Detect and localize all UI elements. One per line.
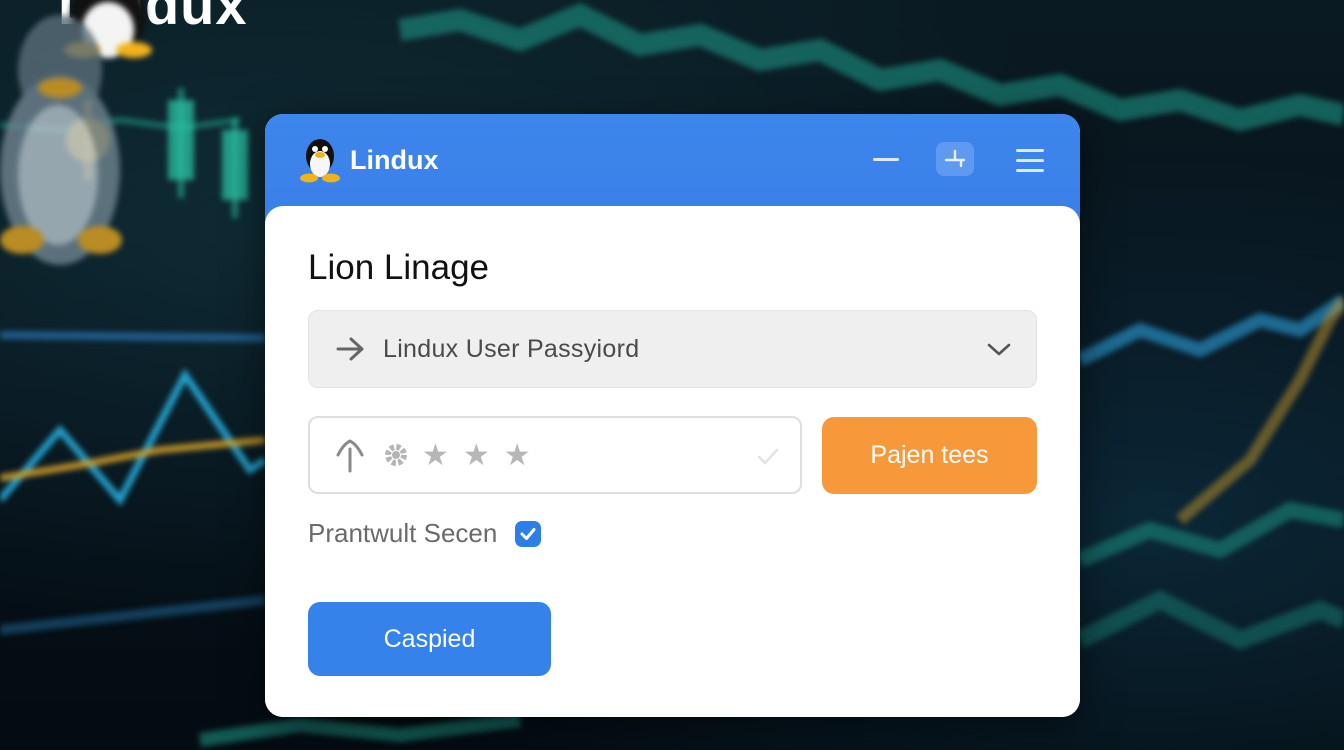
primary-action-button[interactable]: Pajen tees	[822, 417, 1037, 494]
arrow-up-icon	[332, 435, 368, 475]
app-brand: Lindux	[298, 136, 439, 184]
minimize-button[interactable]	[867, 144, 905, 174]
window-content: Lion Linage Lindux User Passyiord ★★★ Pa…	[265, 206, 1080, 717]
remember-option[interactable]: Prantwult Secen	[308, 518, 542, 549]
menu-button[interactable]	[1013, 144, 1047, 176]
remember-checkbox[interactable]	[515, 520, 542, 547]
checkmark-icon	[520, 527, 536, 540]
menu-icon-bar	[1016, 158, 1044, 162]
restore-button[interactable]	[936, 142, 974, 176]
app-title: Lindux	[350, 144, 439, 175]
chevron-down-icon[interactable]	[984, 335, 1014, 365]
account-select-value: Lindux User Passyiord	[383, 334, 640, 363]
account-select[interactable]: Lindux User Passyiord	[308, 310, 1037, 388]
restore-icon	[944, 149, 966, 168]
tux-logo-icon	[300, 139, 340, 183]
minimize-icon	[873, 157, 899, 161]
login-window: Lindux Lion Linage Lindux User Passyiord	[265, 114, 1080, 717]
submit-button[interactable]: Caspied	[308, 602, 551, 676]
password-masked-value: ★★★	[422, 438, 545, 472]
page-title: Lion Linage	[308, 248, 489, 287]
menu-icon-bar	[1016, 148, 1044, 152]
menu-icon-bar	[1016, 168, 1044, 172]
arrow-right-icon	[333, 331, 369, 367]
remember-label: Prantwult Secen	[308, 518, 498, 548]
faint-check-icon	[757, 448, 779, 465]
password-field[interactable]: ★★★	[308, 416, 802, 494]
blurred-penguin-icon	[0, 15, 122, 265]
gear-icon	[378, 437, 414, 473]
